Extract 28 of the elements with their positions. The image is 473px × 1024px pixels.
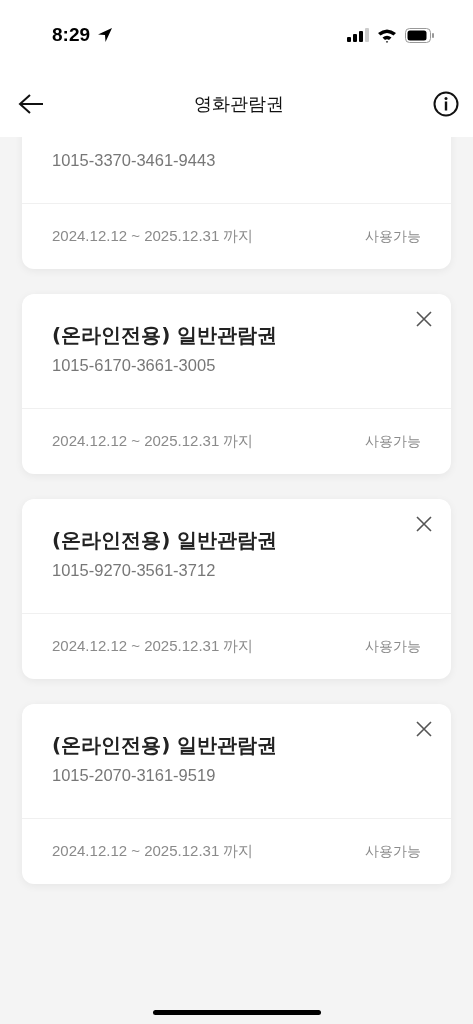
ticket-status: 사용가능 [365,842,421,861]
ticket-number: 1015-3370-3461-9443 [52,151,217,170]
validity-period: 2024.12.12 ~ 2025.12.31 까지 [52,842,254,861]
validity-period: 2024.12.12 ~ 2025.12.31 까지 [52,432,254,451]
ticket-status: 사용가능 [365,227,421,246]
battery-icon [405,27,435,43]
location-arrow-icon [96,26,115,44]
status-time: 8:29 [52,24,91,46]
ticket-card[interactable]: (온라인전용) 일반관람권 1015-9270-3561-3712 2024.12.12 ~ 2025.12.31 까지 사용가능 [22,499,451,679]
close-button[interactable] [415,515,433,533]
ticket-card[interactable]: 1015-3370-3461-9443 2024.12.12 ~ 2025.12.31 까지 사용가능 [22,137,451,269]
ticket-card[interactable]: (온라인전용) 일반관람권 1015-6170-3661-3005 2024.12.12 ~ 2025.12.31 까지 사용가능 [22,294,451,474]
ticket-number: 1015-6170-3661-3005 [52,356,217,375]
wifi-icon [377,27,397,43]
page-title: 영화관람권 [193,91,284,116]
validity-period: 2024.12.12 ~ 2025.12.31 까지 [52,637,254,656]
ticket-title: (온라인전용) 일반관람권 [52,527,278,554]
close-button[interactable] [415,720,433,738]
ticket-number: 1015-2070-3161-9519 [52,766,217,785]
ticket-card[interactable]: (온라인전용) 일반관람권 1015-2070-3161-9519 2024.12.12 ~ 2025.12.31 까지 사용가능 [22,704,451,884]
ticket-status: 사용가능 [365,432,421,451]
ticket-title: (온라인전용) 일반관람권 [52,322,278,349]
validity-period: 2024.12.12 ~ 2025.12.31 까지 [52,227,254,246]
ticket-title: (온라인전용) 일반관람권 [52,732,278,759]
ticket-number: 1015-9270-3561-3712 [52,561,217,580]
close-button[interactable] [415,310,433,328]
signal-icon [347,28,369,42]
ticket-status: 사용가능 [365,637,421,656]
